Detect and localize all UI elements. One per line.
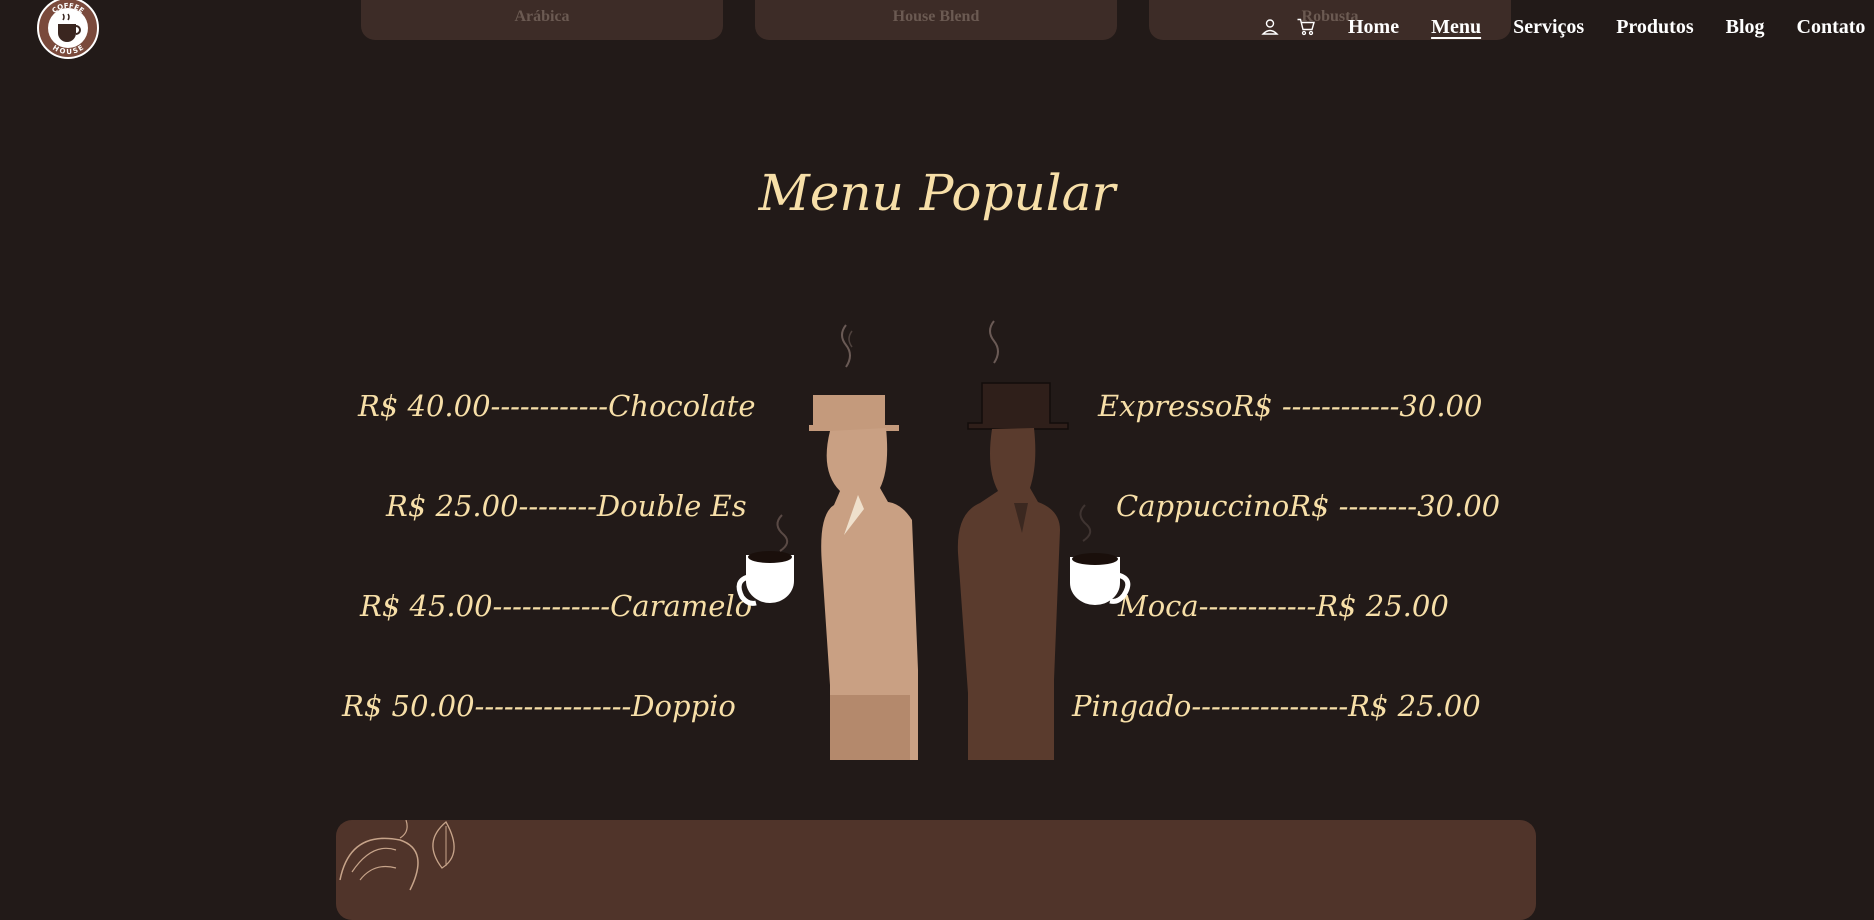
product-card-label: House Blend — [892, 8, 980, 25]
menu-item-caramelo: R$ 45.00------------Caramelo — [360, 589, 753, 623]
nav-blog[interactable]: Blog — [1726, 14, 1765, 40]
coffee-men-illustration — [736, 320, 1131, 760]
nav-home[interactable]: Home — [1348, 14, 1399, 40]
coffee-house-logo[interactable]: COFFEE HOUSE — [36, 0, 100, 60]
coffee-cup-icon — [1070, 504, 1131, 605]
nav-contato[interactable]: Contato — [1797, 14, 1866, 40]
coffee-cup-icon — [736, 514, 794, 606]
coffee-bean-sketch-icon — [339, 820, 455, 891]
user-icon[interactable] — [1260, 17, 1280, 37]
product-card-label: Arábica — [514, 8, 570, 25]
menu-item-chocolate: R$ 40.00------------Chocolate — [358, 389, 756, 423]
cart-icon[interactable] — [1296, 17, 1316, 37]
product-card-arabica[interactable]: Arábica — [361, 0, 723, 40]
nav-produtos[interactable]: Produtos — [1616, 14, 1693, 40]
nav-menu[interactable]: Menu — [1431, 14, 1481, 40]
bottom-panel — [336, 820, 1536, 920]
menu-item-cappuccino: CappuccinoR$ --------30.00 — [1116, 489, 1501, 523]
menu-item-moca: Moca------------R$ 25.00 — [1118, 589, 1449, 623]
menu-item-doppio: R$ 50.00----------------Doppio — [342, 689, 736, 723]
product-card-house-blend[interactable]: House Blend — [755, 0, 1117, 40]
menu-item-expresso: ExpressoR$ ------------30.00 — [1098, 389, 1483, 423]
nav-servicos[interactable]: Serviços — [1513, 14, 1584, 40]
main-nav: Home Menu Serviços Produtos Blog Contato — [1260, 14, 1865, 40]
menu-item-double-espresso: R$ 25.00--------Double Es — [386, 489, 747, 523]
section-title: Menu Popular — [758, 164, 1116, 222]
